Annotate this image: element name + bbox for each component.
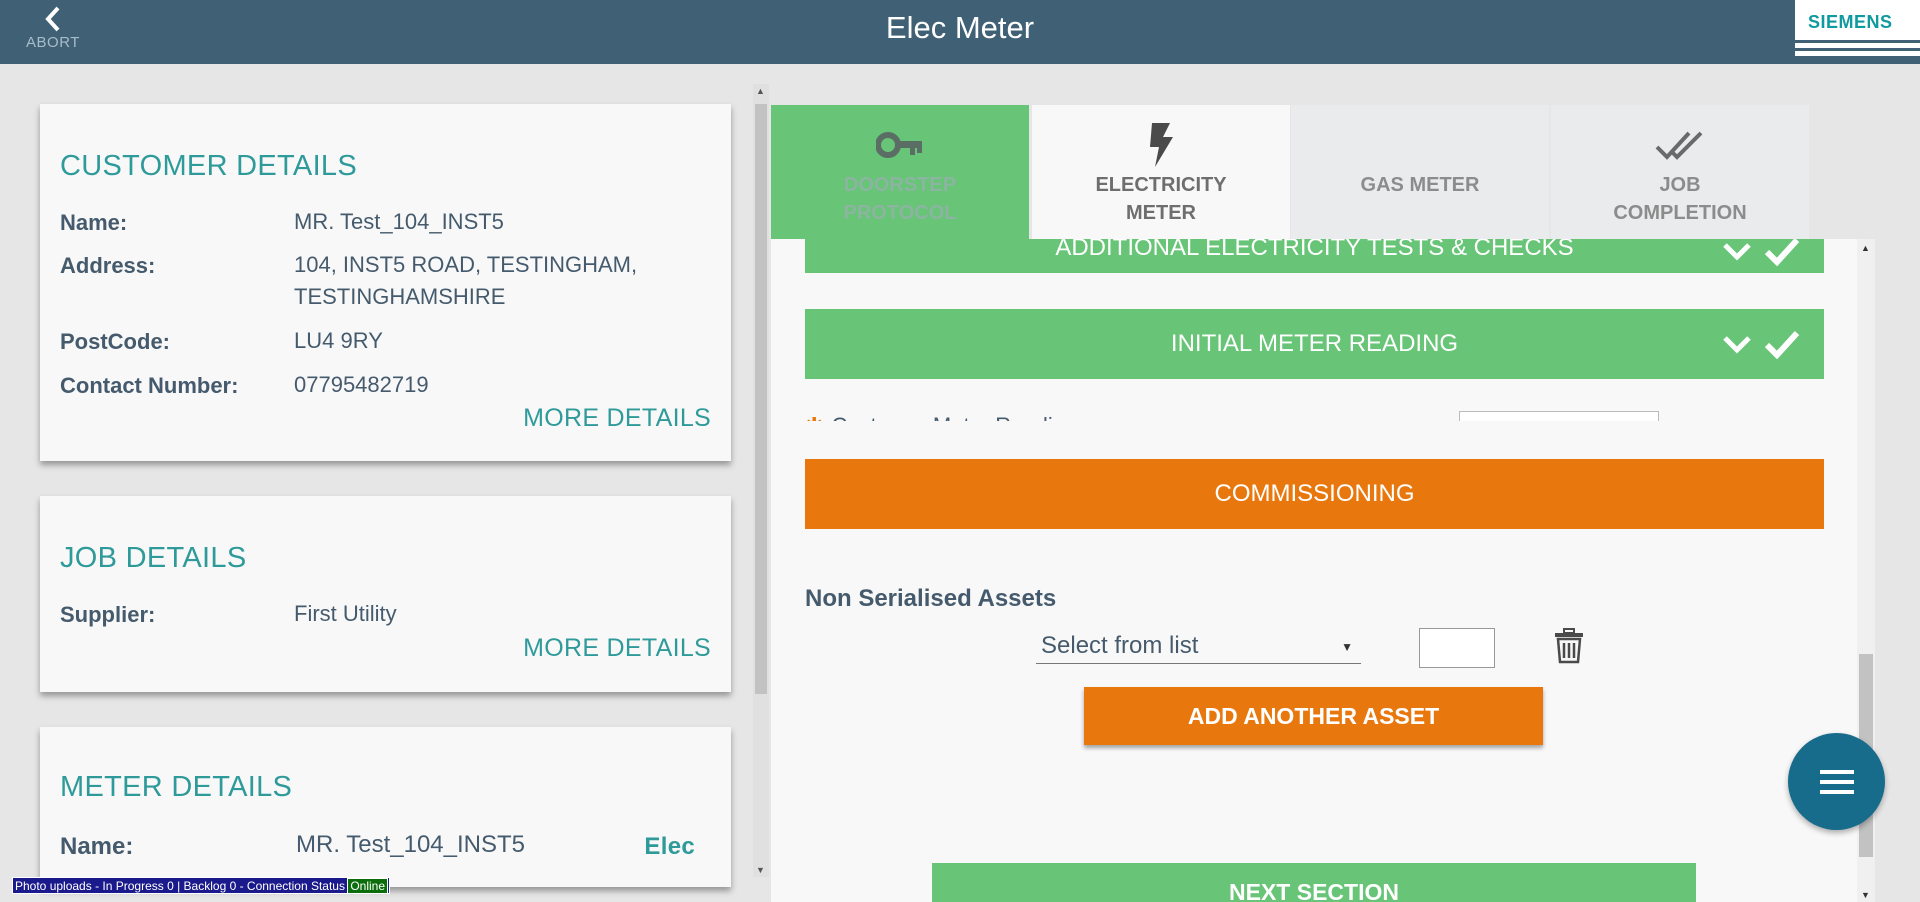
supplier-value: First Utility xyxy=(294,601,397,626)
additional-tests-section[interactable]: ADDITIONAL ELECTRICITY TESTS & CHECKS xyxy=(805,239,1824,273)
job-more-details-link[interactable]: MORE DETAILS xyxy=(523,634,711,663)
key-icon xyxy=(771,119,1029,171)
commissioning-section[interactable]: COMMISSIONING xyxy=(805,459,1824,529)
tab-electricity-meter[interactable]: ELECTRICITY METER xyxy=(1032,105,1290,239)
contact-value: 07795482719 xyxy=(294,372,429,397)
menu-button[interactable] xyxy=(1788,733,1885,830)
checkmark-icon xyxy=(1764,239,1800,266)
name-value: MR. Test_104_INST5 xyxy=(294,209,504,234)
meter-type-value: Elec xyxy=(644,833,695,860)
scroll-up-icon[interactable]: ▲ xyxy=(1861,243,1870,253)
content-clip xyxy=(771,421,1875,458)
job-details-heading: JOB DETAILS xyxy=(60,542,247,574)
upload-status-bar: Photo uploads - In Progress 0 | Backlog … xyxy=(12,877,391,894)
asset-select[interactable]: Select from list ▼ xyxy=(1036,632,1361,664)
connection-status-badge: Online xyxy=(347,878,389,894)
address-label: Address: xyxy=(60,253,156,278)
tab-label-line2: PROTOCOL xyxy=(843,202,957,224)
lightning-icon xyxy=(1032,119,1290,171)
chevron-down-icon xyxy=(1723,243,1751,261)
section-status xyxy=(1722,239,1800,273)
customer-details-card: CUSTOMER DETAILS Name: MR. Test_104_INST… xyxy=(40,104,731,461)
contact-label: Contact Number: xyxy=(60,373,239,398)
asset-quantity-input[interactable] xyxy=(1419,628,1495,668)
left-scrollbar[interactable]: ▲ ▼ xyxy=(753,84,769,877)
additional-tests-title: ADDITIONAL ELECTRICITY TESTS & CHECKS xyxy=(1055,239,1574,261)
trash-icon xyxy=(1555,628,1583,664)
double-check-icon xyxy=(1551,119,1809,171)
chevron-down-icon xyxy=(1723,336,1751,354)
scroll-down-icon[interactable]: ▼ xyxy=(756,865,765,875)
logo-text: SIEMENS xyxy=(1808,12,1893,32)
section-panel: ADDITIONAL ELECTRICITY TESTS & CHECKS IN… xyxy=(771,239,1875,902)
customer-more-details-link[interactable]: MORE DETAILS xyxy=(523,404,711,433)
page-title: Elec Meter xyxy=(885,10,1035,45)
next-section-button[interactable]: NEXT SECTION xyxy=(932,863,1696,902)
address-value: 104, INST5 ROAD, TESTINGHAM, TESTINGHAMS… xyxy=(294,252,638,309)
tab-doorstep-protocol[interactable]: DOORSTEP PROTOCOL xyxy=(771,105,1029,239)
logo-stripe xyxy=(1795,40,1920,43)
dropdown-arrow-icon: ▼ xyxy=(1341,640,1353,654)
tab-label-line1: GAS METER xyxy=(1360,174,1480,196)
tab-gas-meter[interactable]: GAS METER xyxy=(1291,105,1549,239)
tab-label-line1: DOORSTEP xyxy=(843,174,957,196)
tab-job-completion[interactable]: JOB COMPLETION xyxy=(1551,105,1809,239)
meter-details-card: METER DETAILS Name: MR. Test_104_INST5 E… xyxy=(40,727,731,887)
siemens-logo: SIEMENS xyxy=(1795,0,1920,56)
tab-label-line2: COMPLETION xyxy=(1613,202,1747,224)
commissioning-title: COMMISSIONING xyxy=(1214,480,1415,507)
meter-name-label: Name: xyxy=(60,833,134,860)
non-serialised-assets-heading: Non Serialised Assets xyxy=(805,585,1057,612)
tab-label-line1: ELECTRICITY xyxy=(1095,174,1227,196)
customer-details-heading: CUSTOMER DETAILS xyxy=(60,150,357,182)
upload-status-text: Photo uploads - In Progress 0 | Backlog … xyxy=(15,879,345,893)
logo-stripe xyxy=(1795,48,1920,51)
initial-meter-reading-section[interactable]: INITIAL METER READING xyxy=(805,309,1824,379)
scroll-up-icon[interactable]: ▲ xyxy=(756,86,765,96)
job-details-card: JOB DETAILS Supplier: First Utility MORE… xyxy=(40,496,731,692)
supplier-label: Supplier: xyxy=(60,602,156,627)
tab-label-line1: JOB xyxy=(1659,174,1701,196)
name-label: Name: xyxy=(60,210,128,235)
tab-label-line2: METER xyxy=(1126,202,1196,224)
section-status xyxy=(1722,309,1800,379)
meter-details-heading: METER DETAILS xyxy=(60,771,293,803)
asset-select-value: Select from list xyxy=(1041,632,1199,659)
tab-icon-placeholder xyxy=(1291,119,1549,171)
top-bar: ABORT Elec Meter SIEMENS xyxy=(0,0,1920,64)
left-scrollbar-thumb[interactable] xyxy=(755,104,767,694)
delete-asset-button[interactable] xyxy=(1554,628,1584,669)
scroll-down-icon[interactable]: ▼ xyxy=(1861,890,1870,900)
postcode-label: PostCode: xyxy=(60,329,170,354)
add-another-asset-button[interactable]: ADD ANOTHER ASSET xyxy=(1084,687,1543,745)
checkmark-icon xyxy=(1764,330,1800,359)
hamburger-menu-icon xyxy=(1819,769,1854,794)
initial-meter-reading-title: INITIAL METER READING xyxy=(1170,330,1459,357)
postcode-value: LU4 9RY xyxy=(294,328,383,353)
